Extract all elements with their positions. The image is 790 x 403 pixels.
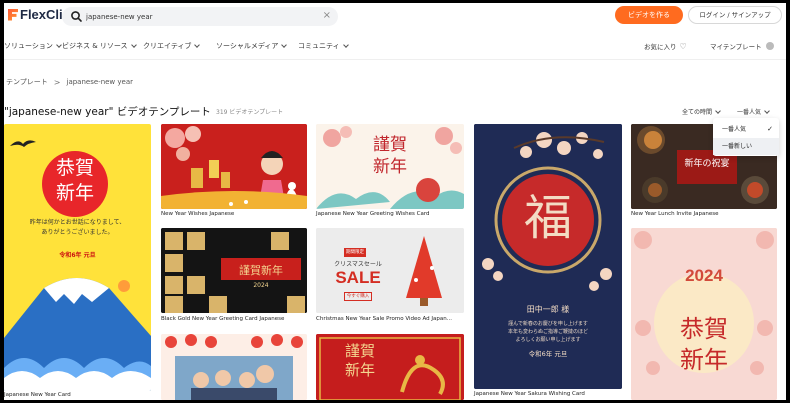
template-card-new-year-wishes[interactable] — [161, 124, 307, 209]
header: FlexClip × ビデオを作る ログイン / サインアップ — [4, 3, 786, 31]
sort-dropdown: 一番人気 ✓ 一番新しい — [713, 118, 779, 156]
template-card-red-dragon[interactable]: 謹賀 新年 — [316, 334, 464, 400]
page-title: "japanese-new year" ビデオテンプレート — [4, 106, 211, 118]
card-caption[interactable]: Christmas New Year Sale Promo Video Ad J… — [316, 316, 452, 322]
chevron-down-icon — [130, 42, 137, 48]
login-signup-button[interactable]: ログイン / サインアップ — [688, 6, 782, 24]
sale-badge: 期間限定 — [344, 248, 366, 257]
check-icon: ✓ — [767, 125, 773, 133]
heart-icon: ♡ — [679, 41, 687, 51]
family-photo — [161, 334, 307, 400]
nav-item-social-media[interactable]: ソーシャルメディア — [216, 41, 288, 51]
sort-option-popular[interactable]: 一番人気 ✓ — [713, 121, 779, 138]
breadcrumb-separator: > — [53, 77, 61, 87]
sale-subtitle: クリスマスセール — [334, 261, 382, 268]
card-kanji: 謹賀 新年 — [373, 135, 407, 177]
chevron-down-icon — [764, 107, 770, 114]
main-nav: ソリューション ビジネス & リソース クリエイティブ ソーシャルメディア コミ… — [4, 37, 786, 57]
template-card-sakura-wishing[interactable]: 福 田中一郎 様 謹んで新春のお慶びを申し上げます 本年も変わらぬご指導ご鞭撻の… — [474, 124, 622, 389]
chevron-down-icon — [281, 42, 288, 48]
card-kanji: 福 — [523, 190, 572, 246]
mount-fuji-illustration — [4, 278, 151, 391]
card-caption[interactable]: Black Gold New Year Greeting Card Japane… — [161, 316, 284, 322]
search-bar[interactable]: × — [62, 7, 338, 26]
card-caption[interactable]: New Year Wishes Japanese — [161, 211, 234, 217]
card-name: 田中一郎 様 — [526, 305, 570, 314]
favorites-link[interactable]: お気に入り ♡ — [644, 41, 687, 52]
template-card-greeting-wishes[interactable]: 謹賀 新年 — [316, 124, 464, 209]
nav-item-label: ビジネス & リソース — [62, 42, 128, 50]
nav-item-label: ソリューション — [4, 42, 53, 50]
card-kanji: 謹賀新年 — [239, 264, 283, 277]
clear-search-icon[interactable]: × — [323, 9, 331, 23]
card-caption[interactable]: Japanese New Year Sakura Wishing Card — [474, 391, 585, 397]
nav-item-community[interactable]: コミュニティ — [298, 41, 349, 51]
sort-option-label: 一番新しい — [722, 143, 753, 150]
search-icon — [71, 11, 82, 22]
app-window: FlexClip × ビデオを作る ログイン / サインアップ ソリューション … — [4, 3, 786, 400]
nav-item-creative[interactable]: クリエイティブ — [143, 41, 201, 51]
card-line-1: 謹んで新春のお慶びを申し上げます — [508, 321, 588, 327]
chevron-down-icon — [715, 107, 721, 114]
card-line-3: よろしくお願い申し上げます — [515, 337, 581, 343]
nav-item-label: クリエイティブ — [143, 42, 192, 50]
time-filter[interactable]: 全ての時間 — [682, 107, 721, 116]
result-count: 319 ビデオテンプレート — [216, 109, 284, 116]
breadcrumb: テンプレート > japanese-new year — [6, 77, 133, 87]
sale-button: 今すぐ購入 — [344, 292, 372, 301]
card-kanji: 恭賀 新年 — [680, 315, 728, 374]
breadcrumb-root[interactable]: テンプレート — [6, 77, 48, 87]
card-kanji: 謹賀 新年 — [344, 342, 375, 379]
sale-title: SALE — [335, 268, 381, 287]
sort-filter[interactable]: 一番人気 — [737, 107, 770, 116]
card-greeting: 昨年は何かとお世話になりまして、 ありがとうございました。 — [29, 219, 126, 236]
card-year: 2024 — [253, 282, 269, 289]
template-card-japanese-new-year-card[interactable]: 恭賀 新年 昨年は何かとお世話になりまして、 ありがとうございました。 令和6年… — [4, 124, 151, 391]
sort-option-label: 一番人気 — [722, 126, 747, 133]
card-caption[interactable]: New Year Lunch Invite Japanese — [631, 211, 719, 217]
card-kanji: 恭賀 新年 — [55, 157, 94, 204]
my-templates-label: マイテンプレート — [710, 43, 762, 51]
nav-item-business[interactable]: ビジネス & リソース — [62, 41, 137, 51]
template-card-christmas-sale[interactable]: 期間限定 クリスマスセール SALE 今すぐ購入 — [316, 228, 464, 313]
nav-item-label: コミュニティ — [298, 42, 340, 50]
new-year-wishes-illustration — [161, 124, 307, 209]
card-date: 令和6年 元旦 — [528, 350, 568, 358]
template-card-black-gold[interactable]: 謹賀新年 2024 — [161, 228, 307, 313]
chevron-down-icon — [194, 42, 201, 48]
sort-filter-label: 一番人気 — [737, 109, 762, 116]
logo-icon — [8, 8, 18, 21]
nav-divider — [4, 59, 786, 60]
nav-item-label: ソーシャルメディア — [216, 42, 279, 50]
create-video-button[interactable]: ビデオを作る — [615, 6, 683, 24]
my-templates-link[interactable]: マイテンプレート — [710, 41, 774, 51]
sort-option-newest[interactable]: 一番新しい — [713, 138, 779, 155]
chevron-down-icon — [342, 42, 349, 48]
title-row: "japanese-new year" ビデオテンプレート 319 ビデオテンプ… — [4, 104, 786, 120]
template-card-pink-2024[interactable]: 2024 恭賀 新年 — [631, 228, 777, 400]
breadcrumb-current: japanese-new year — [66, 78, 134, 86]
search-input[interactable] — [86, 9, 306, 24]
crane-icon — [10, 140, 36, 147]
chevron-down-icon — [56, 42, 62, 48]
card-title: 新年の祝宴 — [684, 159, 730, 169]
card-year: 2024 — [685, 266, 723, 285]
card-caption[interactable]: Japanese New Year Greeting Wishes Card — [316, 211, 430, 217]
card-caption[interactable]: Japanese New Year Card — [4, 392, 71, 398]
card-date: 令和6年 元旦 — [59, 252, 96, 259]
nav-item-solutions[interactable]: ソリューション — [4, 41, 62, 51]
time-filter-label: 全ての時間 — [682, 109, 713, 116]
favorites-label: お気に入り — [644, 43, 677, 51]
card-line-2: 本年も変わらぬご指導ご鞭撻のほど — [507, 329, 588, 335]
template-card-family-photo[interactable] — [161, 334, 307, 400]
templates-icon — [765, 42, 774, 50]
